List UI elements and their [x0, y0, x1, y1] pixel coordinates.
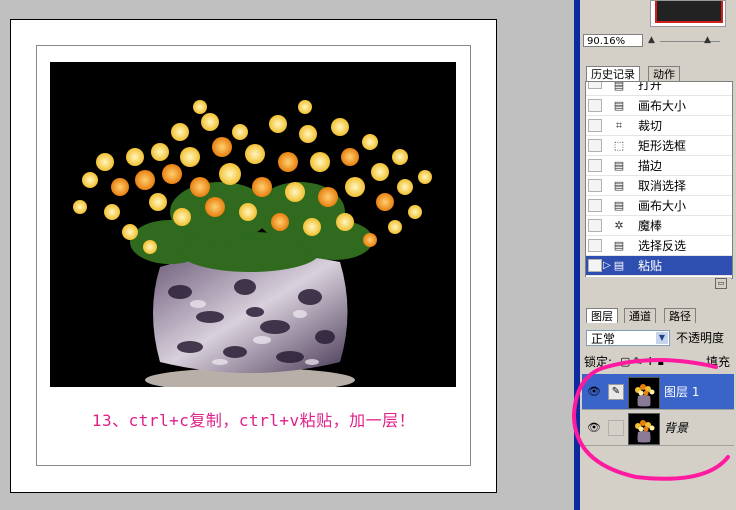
layers-tabbar: 图层 通道 路径	[582, 306, 734, 323]
document-icon: ▤	[613, 199, 625, 212]
document-icon: ▤	[613, 239, 625, 252]
layer-row-layer1[interactable]: 👁︎ ✎ 图层 1	[582, 374, 734, 410]
navigator-view-box[interactable]	[655, 1, 723, 23]
layer-list: 👁︎ ✎ 图层 1 👁︎ 背景	[582, 374, 734, 510]
snapshot-checkbox[interactable]	[588, 99, 602, 112]
document-icon: ▤	[613, 81, 625, 92]
marquee-icon: ⬚	[613, 139, 625, 152]
fill-label: 填充	[706, 355, 731, 369]
canvas-area: 13、ctrl+c复制，ctrl+v粘贴，加一层！	[0, 0, 574, 510]
tutorial-caption: 13、ctrl+c复制，ctrl+v粘贴，加一层！	[91, 411, 416, 430]
history-state-marker-icon[interactable]: ▷	[603, 260, 611, 271]
blend-mode-select[interactable]: 正常 ▼	[586, 330, 670, 346]
zoom-field[interactable]: 90.16%	[583, 34, 643, 47]
side-panels: 90.16% ▲ ▲ 历史记录 动作 ▤ 打开 ▤ 画布大小 ⌗ 裁切 ⬚ 矩形…	[580, 0, 736, 510]
layer-name[interactable]: 图层 1	[664, 384, 699, 400]
document-icon: ▤	[613, 259, 625, 272]
snapshot-checkbox[interactable]	[588, 139, 602, 152]
eye-icon[interactable]: 👁︎	[586, 420, 602, 436]
background-thumbnail-image	[629, 414, 659, 444]
tab-layers[interactable]: 图层	[586, 308, 618, 323]
snapshot-checkbox[interactable]	[588, 259, 602, 272]
blend-row: 正常 ▼ 不透明度	[586, 330, 736, 348]
tab-channels[interactable]: 通道	[624, 308, 656, 323]
lock-label: 锁定:	[584, 355, 613, 369]
document-icon: ▤	[613, 159, 625, 172]
history-footer: ▭	[585, 277, 731, 289]
zoom-out-icon[interactable]: ▲	[648, 35, 655, 45]
layer1-thumbnail-image	[629, 378, 659, 408]
layer-name[interactable]: 背景	[664, 420, 688, 436]
history-item[interactable]: ⬚ 矩形选框	[586, 136, 732, 156]
chevron-down-icon[interactable]: ▼	[656, 332, 668, 344]
flower-vase-photo[interactable]	[50, 62, 456, 387]
brush-icon[interactable]: ✎	[608, 384, 624, 400]
history-item[interactable]: ▤ 选择反选	[586, 236, 732, 256]
tab-paths[interactable]: 路径	[664, 308, 696, 323]
history-item[interactable]: ▤ 打开	[586, 82, 732, 96]
opacity-label: 不透明度	[676, 331, 725, 345]
history-item[interactable]: ▤ 画布大小	[586, 196, 732, 216]
history-item[interactable]: ▤ 取消选择	[586, 176, 732, 196]
snapshot-checkbox[interactable]	[588, 82, 602, 89]
zoom-in-icon[interactable]: ▲	[704, 35, 711, 45]
lock-options[interactable]: ▢✎✛🔒︎	[620, 354, 667, 370]
navigator-thumbnail[interactable]	[650, 0, 726, 27]
history-list: ▤ 打开 ▤ 画布大小 ⌗ 裁切 ⬚ 矩形选框 ▤ 描边 ▤ 取消选择 ▤ 画布…	[585, 81, 733, 279]
blend-mode-value: 正常	[591, 332, 616, 346]
layers-panel: 图层 通道 路径 正常 ▼ 不透明度 锁定: ▢✎✛🔒︎ 填充 👁︎ ✎ 图层 …	[582, 306, 734, 510]
snapshot-checkbox[interactable]	[588, 179, 602, 192]
zoom-row: 90.16% ▲ ▲	[580, 34, 736, 48]
document-window[interactable]: 13、ctrl+c复制，ctrl+v粘贴，加一层！	[10, 19, 497, 493]
layer-thumbnail	[628, 413, 660, 445]
snapshot-checkbox[interactable]	[588, 159, 602, 172]
lock-all-icon[interactable]: 🔒︎	[658, 355, 667, 368]
magic-wand-icon: ✲	[614, 219, 624, 232]
snapshot-checkbox[interactable]	[588, 199, 602, 212]
tab-history[interactable]: 历史记录	[586, 66, 640, 81]
history-tabbar: 历史记录 动作	[582, 64, 734, 81]
history-item[interactable]: ⌗ 裁切	[586, 116, 732, 136]
navigator-panel: 90.16% ▲ ▲	[580, 0, 736, 48]
snapshot-checkbox[interactable]	[588, 219, 602, 232]
flower-vase-image	[50, 62, 456, 387]
history-panel: 历史记录 动作 ▤ 打开 ▤ 画布大小 ⌗ 裁切 ⬚ 矩形选框 ▤ 描边 ▤ 取…	[582, 64, 734, 290]
snapshot-checkbox[interactable]	[588, 239, 602, 252]
lock-transparency-icon[interactable]: ▢	[620, 355, 633, 368]
lock-row: 锁定: ▢✎✛🔒︎ 填充	[584, 354, 734, 370]
document-frame: 13、ctrl+c复制，ctrl+v粘贴，加一层！	[36, 45, 471, 466]
history-item[interactable]: ▤ 画布大小	[586, 96, 732, 116]
lock-move-icon[interactable]: ✛	[646, 355, 658, 368]
history-item[interactable]: ✲ 魔棒	[586, 216, 732, 236]
layer-row-background[interactable]: 👁︎ 背景	[582, 410, 734, 446]
document-icon: ▤	[613, 179, 625, 192]
document-icon: ▤	[613, 99, 625, 112]
history-item-current[interactable]: ▷ ▤ 粘贴	[586, 256, 732, 276]
history-item[interactable]: ▤ 描边	[586, 156, 732, 176]
layer-thumbnail	[628, 377, 660, 409]
zoom-slider[interactable]	[660, 41, 720, 42]
new-document-icon[interactable]: ▭	[715, 278, 727, 289]
snapshot-checkbox[interactable]	[588, 119, 602, 132]
link-slot[interactable]	[608, 420, 624, 436]
crop-icon: ⌗	[615, 119, 623, 132]
eye-icon[interactable]: 👁︎	[586, 384, 602, 400]
lock-brush-icon[interactable]: ✎	[633, 355, 645, 368]
tab-actions[interactable]: 动作	[648, 66, 680, 81]
